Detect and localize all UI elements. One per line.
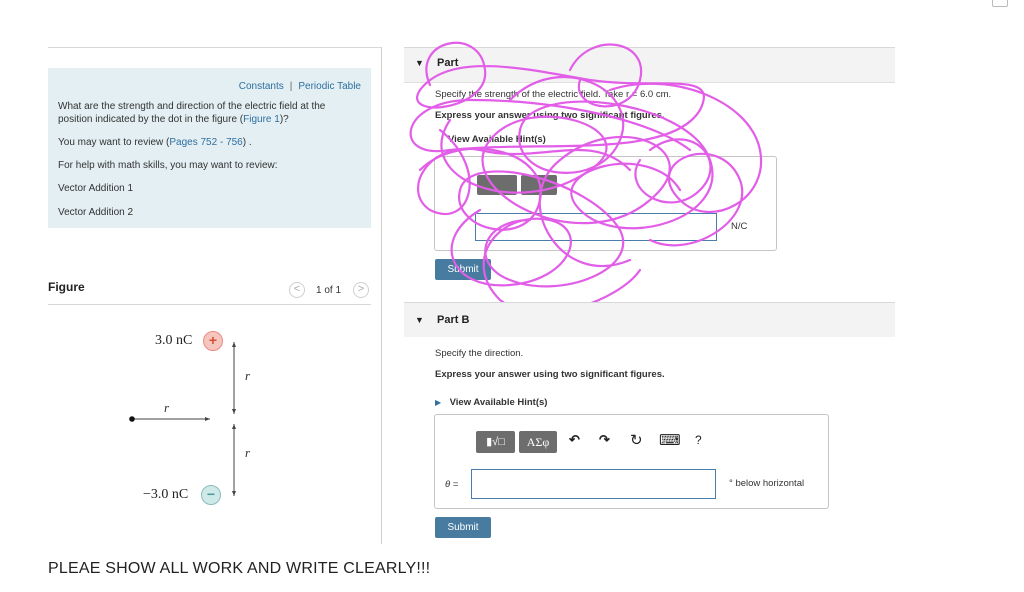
r-label-lower: r (245, 445, 251, 460)
figure-divider (48, 304, 371, 305)
help-icon[interactable]: ? (695, 433, 702, 447)
vector-addition-1-link[interactable]: Vector Addition 1 (58, 182, 133, 195)
chevron-left-icon: < (293, 283, 301, 295)
part-b-title: Part B (437, 314, 470, 326)
field-point-dot (129, 416, 135, 422)
review-pages-link[interactable]: Pages 752 - 756 (169, 137, 242, 148)
periodic-table-link[interactable]: Periodic Table (298, 81, 361, 92)
reset-icon[interactable]: ↻ (630, 431, 643, 449)
r-label-horizontal: r (164, 400, 170, 415)
vector-addition-2-link[interactable]: Vector Addition 2 (58, 206, 133, 219)
undo-icon[interactable]: ↶ (569, 432, 580, 448)
resource-links: Constants | Periodic Table (239, 81, 361, 92)
template-button[interactable]: ▮√□ (476, 431, 515, 453)
question-text: What are the strength and direction of t… (58, 101, 326, 125)
direction-input[interactable] (471, 469, 716, 499)
keyboard-icon[interactable]: ⌨ (659, 431, 681, 449)
window-icon[interactable] (992, 0, 1008, 7)
footer-note: PLEAE SHOW ALL WORK AND WRITE CLEARLY!!! (48, 560, 431, 577)
panel-divider (381, 47, 382, 544)
greek-letters-button[interactable]: ΑΣφ (519, 431, 557, 453)
top-divider (48, 47, 381, 48)
chevron-right-icon: > (357, 283, 365, 295)
theta-label: θ = (445, 479, 459, 490)
prev-figure-button[interactable]: < (289, 282, 305, 298)
figure-diagram (129, 342, 236, 496)
expand-triangle-icon: ▶ (435, 398, 442, 407)
constants-link[interactable]: Constants (239, 81, 284, 92)
info-panel: Constants | Periodic Table What are the st… (48, 68, 371, 228)
redo-icon[interactable]: ↷ (599, 432, 610, 448)
next-figure-button[interactable]: > (353, 282, 369, 298)
collapse-triangle-icon: ▼ (415, 315, 424, 325)
figure-link[interactable]: Figure 1 (243, 114, 280, 125)
part-b-hints[interactable]: ▶ View Available Hint(s) (435, 392, 547, 410)
link-separator: | (289, 81, 293, 92)
figure-pager: 1 of 1 (316, 285, 342, 296)
scribble-overlay (409, 41, 763, 314)
part-b-instructions: Express your answer using two significan… (435, 369, 665, 380)
part-b-submit-button[interactable]: Submit (435, 517, 491, 538)
part-b-hints-link[interactable]: View Available Hint(s) (450, 397, 548, 408)
review-text: You may want to review (Pages 752 - 756)… (58, 137, 252, 148)
part-b-prompt: Specify the direction. (435, 348, 524, 359)
help-text: For help with math skills, you may want … (58, 160, 278, 171)
direction-unit: ° below horizontal (729, 478, 805, 489)
part-b-answer-box: ▮√□ ΑΣφ ↶ ↷ ↻ ⌨ ? θ = ° below horizontal (434, 414, 829, 509)
figure-title: Figure (48, 280, 85, 294)
part-b-header[interactable]: ▼ Part B (404, 303, 895, 337)
r-label-upper: r (245, 368, 251, 383)
